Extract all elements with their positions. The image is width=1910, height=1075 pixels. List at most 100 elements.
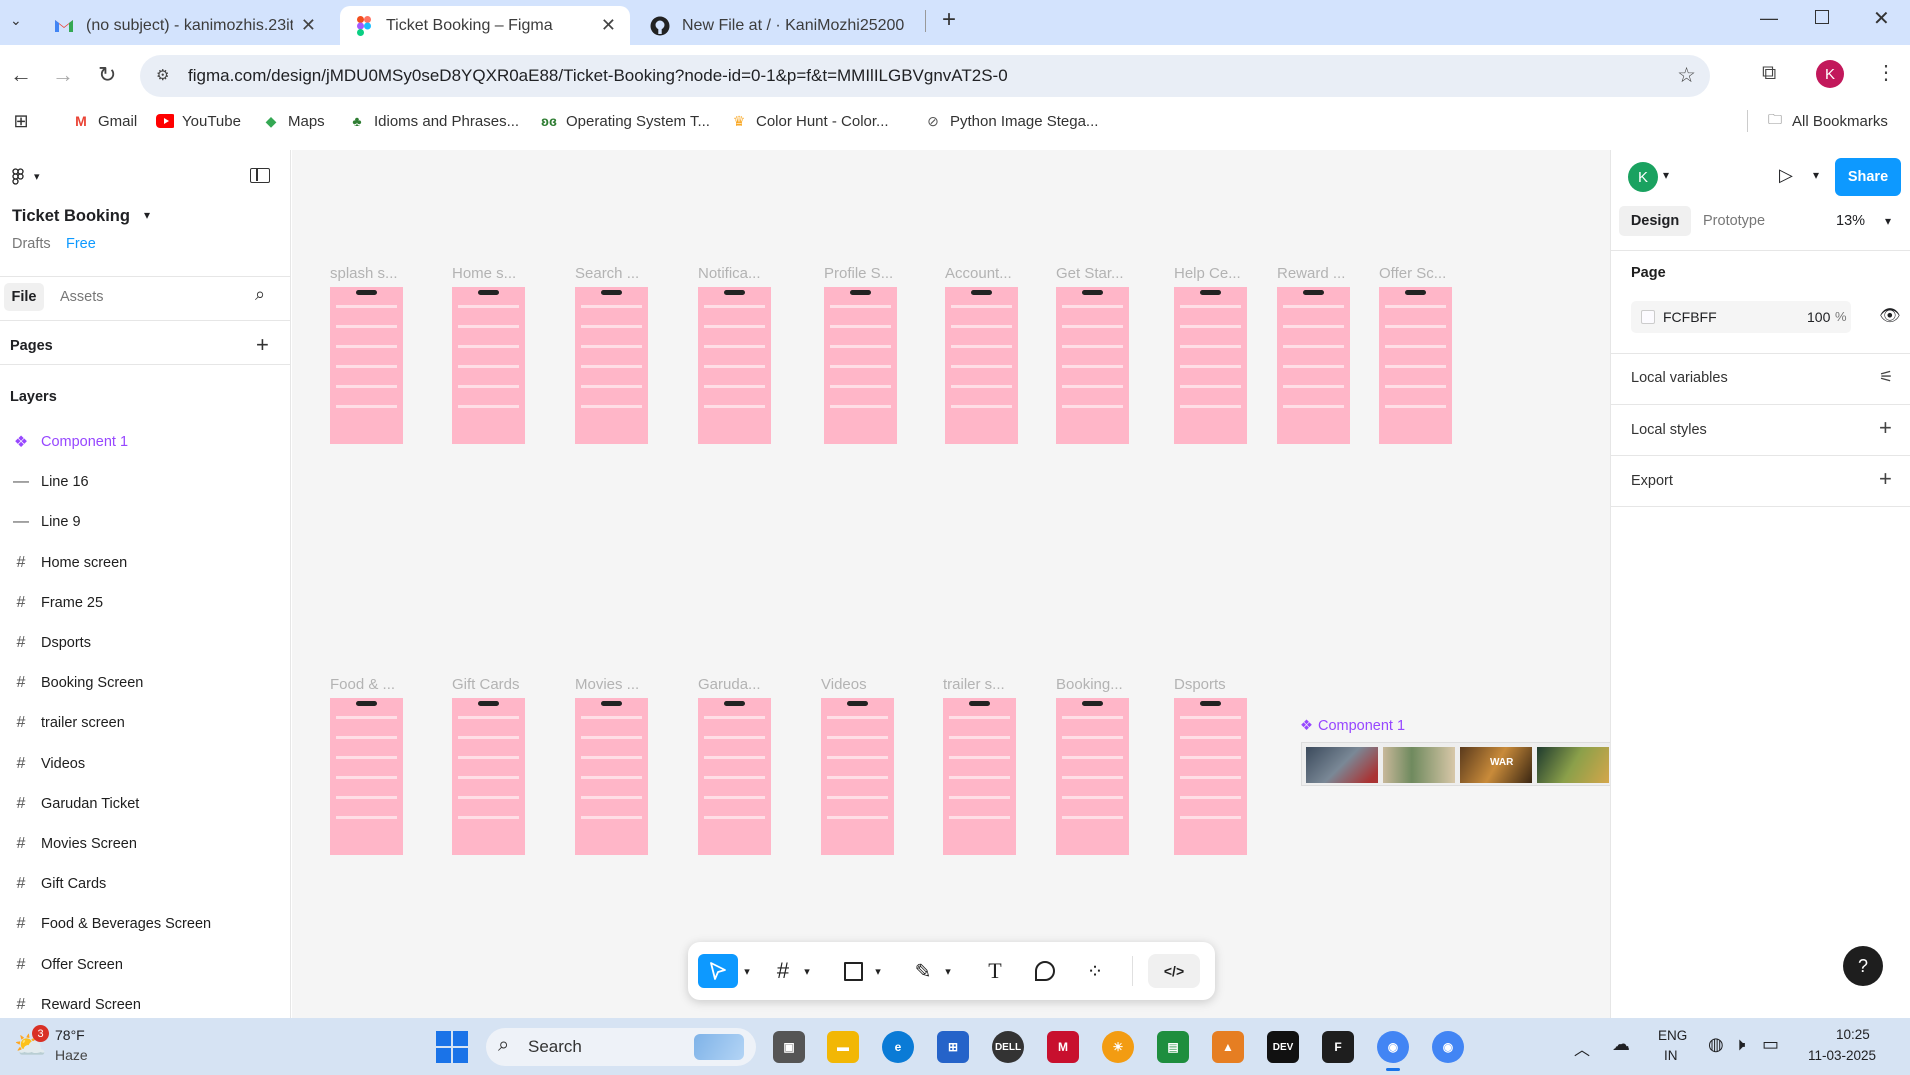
frame-label[interactable]: Videos bbox=[821, 676, 867, 693]
site-settings-icon[interactable]: ⚙ bbox=[156, 66, 169, 84]
layer-item[interactable]: # Movies Screen bbox=[12, 829, 137, 859]
chevron-down-icon[interactable]: ▾ bbox=[740, 954, 754, 988]
frame-label[interactable]: Movies ... bbox=[575, 676, 639, 693]
text-tool-icon[interactable]: T bbox=[980, 954, 1010, 988]
layer-item[interactable]: # Home screen bbox=[12, 548, 128, 578]
reload-icon[interactable]: ↻ bbox=[98, 62, 116, 88]
dev-mode-toggle-icon[interactable]: </> bbox=[1148, 954, 1200, 988]
tab-design[interactable]: Design bbox=[1619, 206, 1691, 236]
tab-assets[interactable]: Assets bbox=[60, 289, 104, 305]
screen-frame[interactable] bbox=[330, 698, 403, 855]
frame-label[interactable]: Home s... bbox=[452, 265, 516, 282]
screen-frame[interactable] bbox=[821, 698, 894, 855]
sun-app-icon[interactable]: ☀ bbox=[1102, 1031, 1134, 1063]
screen-frame[interactable] bbox=[824, 287, 897, 444]
screen-frame[interactable] bbox=[698, 287, 771, 444]
chevron-down-icon[interactable]: ▾ bbox=[1813, 168, 1819, 182]
screen-frame[interactable] bbox=[575, 698, 648, 855]
chevron-down-icon[interactable]: ▾ bbox=[34, 170, 40, 183]
dev-icon[interactable]: DEV bbox=[1267, 1031, 1299, 1063]
frame-label[interactable]: Account... bbox=[945, 265, 1012, 282]
clock-time[interactable]: 10:25 bbox=[1836, 1027, 1870, 1042]
frame-label[interactable]: Food & ... bbox=[330, 676, 395, 693]
frame-label[interactable]: Notifica... bbox=[698, 265, 761, 282]
screen-frame[interactable] bbox=[1379, 287, 1452, 444]
help-button[interactable]: ? bbox=[1843, 946, 1883, 986]
file-menu-chevron-icon[interactable]: ▾ bbox=[144, 208, 150, 222]
layer-item[interactable]: # Offer Screen bbox=[12, 950, 123, 980]
layer-item[interactable]: — Line 16 bbox=[12, 467, 89, 497]
local-styles-label[interactable]: Local styles bbox=[1631, 422, 1707, 438]
frame-label[interactable]: Gift Cards bbox=[452, 676, 520, 693]
tab-prototype[interactable]: Prototype bbox=[1703, 213, 1765, 229]
add-page-icon[interactable]: + bbox=[256, 332, 269, 358]
forward-arrow-icon[interactable]: → bbox=[52, 62, 74, 88]
plan-badge[interactable]: Free bbox=[66, 236, 96, 252]
file-name[interactable]: Ticket Booking bbox=[12, 207, 130, 226]
screen-frame[interactable] bbox=[1056, 287, 1129, 444]
browser-menu-icon[interactable]: ⋮ bbox=[1876, 60, 1896, 85]
chrome-profile-icon[interactable]: ◉ bbox=[1432, 1031, 1464, 1063]
comment-tool-icon[interactable] bbox=[1030, 954, 1060, 988]
bookmark-youtube[interactable]: YouTube bbox=[156, 112, 241, 130]
battery-icon[interactable]: ▭ bbox=[1762, 1034, 1779, 1055]
screen-frame[interactable] bbox=[1277, 287, 1350, 444]
network-icon[interactable]: ☁ bbox=[1612, 1034, 1630, 1055]
layer-item[interactable]: # Frame 25 bbox=[12, 588, 104, 618]
layer-item[interactable]: ❖ Component 1 bbox=[12, 427, 128, 457]
page-color-hex[interactable]: FCFBFF bbox=[1663, 309, 1717, 325]
bookmark-os[interactable]: ʚɞ Operating System T... bbox=[540, 112, 710, 130]
new-tab-button[interactable]: + bbox=[942, 6, 956, 34]
frame-label[interactable]: Help Ce... bbox=[1174, 265, 1241, 282]
chevron-down-icon[interactable]: ▾ bbox=[871, 954, 885, 988]
frame-label[interactable]: Dsports bbox=[1174, 676, 1226, 693]
file-explorer-icon[interactable]: ▬ bbox=[827, 1031, 859, 1063]
bookmark-gmail[interactable]: M Gmail bbox=[72, 112, 137, 130]
windows-start-icon[interactable] bbox=[436, 1031, 468, 1063]
store-icon[interactable]: ⊞ bbox=[937, 1031, 969, 1063]
frame-label[interactable]: Garuda... bbox=[698, 676, 761, 693]
layer-item[interactable]: # Gift Cards bbox=[12, 869, 107, 899]
screen-frame[interactable] bbox=[452, 698, 525, 855]
close-window-button[interactable]: ✕ bbox=[1873, 6, 1890, 31]
drafts-label[interactable]: Drafts bbox=[12, 236, 51, 252]
layer-item[interactable]: # Booking Screen bbox=[12, 668, 144, 698]
language-line1[interactable]: ENG bbox=[1658, 1028, 1687, 1043]
screen-frame[interactable] bbox=[1174, 287, 1247, 444]
task-view-icon[interactable]: ▣ bbox=[773, 1031, 805, 1063]
figma-app-icon[interactable]: F bbox=[1322, 1031, 1354, 1063]
component-1[interactable]: WAR bbox=[1301, 742, 1611, 786]
frame-label[interactable]: trailer s... bbox=[943, 676, 1005, 693]
tab-search-chevron-icon[interactable]: ⌄ bbox=[10, 12, 22, 29]
edge-icon[interactable]: e bbox=[882, 1031, 914, 1063]
close-tab-icon[interactable]: ✕ bbox=[301, 15, 316, 36]
bookmark-python[interactable]: ⊘ Python Image Stega... bbox=[924, 112, 1098, 130]
browser-tab-github[interactable]: New File at / · KaniMozhi25200 bbox=[636, 6, 926, 45]
search-icon[interactable]: ⌕ bbox=[255, 284, 265, 305]
layer-item[interactable]: # trailer screen bbox=[12, 708, 125, 738]
design-canvas[interactable]: splash s... Home s... Search ... Notifica..… bbox=[292, 150, 1611, 1018]
tray-chevron-up-icon[interactable]: ︿ bbox=[1574, 1036, 1590, 1060]
layer-item[interactable]: # Garudan Ticket bbox=[12, 789, 140, 819]
all-bookmarks[interactable]: 🗀 All Bookmarks bbox=[1766, 111, 1888, 130]
frame-label[interactable]: splash s... bbox=[330, 265, 398, 282]
user-avatar[interactable]: K bbox=[1628, 162, 1658, 192]
layer-item[interactable]: # Dsports bbox=[12, 628, 91, 658]
variables-sliders-icon[interactable]: ⚟ bbox=[1879, 367, 1893, 387]
globe-icon[interactable]: ◍ bbox=[1708, 1034, 1724, 1055]
dell-icon[interactable]: DELL bbox=[992, 1031, 1024, 1063]
tab-file[interactable]: File bbox=[4, 283, 44, 311]
bookmark-colorhunt[interactable]: ♛ Color Hunt - Color... bbox=[730, 112, 889, 130]
address-bar[interactable]: ⚙ figma.com/design/jMDU0MSy0seD8YQXR0aE8… bbox=[140, 55, 1710, 97]
sidebar-toggle-icon[interactable] bbox=[250, 168, 270, 183]
page-color-field[interactable]: FCFBFF 100 % bbox=[1631, 301, 1851, 333]
screen-frame[interactable] bbox=[943, 698, 1016, 855]
browser-tab-figma[interactable]: Ticket Booking – Figma ✕ bbox=[340, 6, 630, 45]
frame-label[interactable]: Booking... bbox=[1056, 676, 1123, 693]
chrome-icon[interactable]: ◉ bbox=[1377, 1031, 1409, 1063]
present-play-icon[interactable]: ▷ bbox=[1779, 165, 1793, 186]
extensions-icon[interactable]: ⧉ bbox=[1762, 62, 1776, 85]
layer-item[interactable]: # Reward Screen bbox=[12, 990, 141, 1020]
taskbar-search[interactable]: ⌕ Search bbox=[486, 1028, 756, 1066]
screen-frame[interactable] bbox=[452, 287, 525, 444]
